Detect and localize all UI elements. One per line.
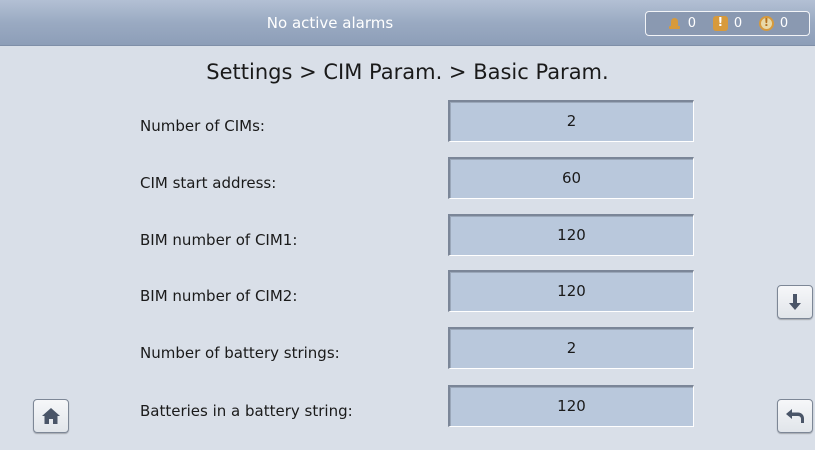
breadcrumb: Settings > CIM Param. > Basic Param.: [206, 60, 609, 84]
minor-alarm-count: 0: [733, 16, 743, 31]
param-value-number-of-cims[interactable]: 2: [448, 100, 694, 142]
param-value-batteries-per-string[interactable]: 120: [448, 385, 694, 427]
alarm-count-minor: 0: [712, 15, 743, 31]
param-value-bim-number-cim2[interactable]: 120: [448, 270, 694, 312]
bell-icon: [666, 16, 682, 31]
arrow-down-icon: [788, 293, 802, 311]
scroll-down-button[interactable]: [777, 285, 813, 319]
param-label-cim-start-address: CIM start address:: [140, 174, 277, 192]
status-bar: No active alarms 0 0 0: [0, 0, 815, 46]
back-button[interactable]: [777, 399, 813, 433]
param-label-number-of-battery-strings: Number of battery strings:: [140, 344, 340, 362]
param-label-bim-number-cim2: BIM number of CIM2:: [140, 287, 298, 305]
minor-alarm-icon: [712, 15, 728, 31]
critical-alarm-count: 0: [779, 16, 789, 31]
bell-count: 0: [687, 16, 697, 31]
param-value-cim-start-address[interactable]: 60: [448, 157, 694, 199]
alarm-count-bell: 0: [666, 16, 697, 31]
param-label-bim-number-cim1: BIM number of CIM1:: [140, 231, 298, 249]
param-label-batteries-per-string: Batteries in a battery string:: [140, 402, 353, 420]
home-button[interactable]: [33, 399, 69, 433]
back-icon: [785, 407, 805, 425]
param-value-bim-number-cim1[interactable]: 120: [448, 214, 694, 256]
home-icon: [41, 407, 61, 425]
alarm-count-critical: 0: [758, 16, 789, 31]
critical-alarm-icon: [758, 16, 774, 31]
alarm-status-text[interactable]: No active alarms: [0, 0, 660, 46]
alarm-counts-panel[interactable]: 0 0 0: [645, 11, 810, 36]
param-label-number-of-cims: Number of CIMs:: [140, 117, 265, 135]
param-value-number-of-battery-strings[interactable]: 2: [448, 327, 694, 369]
